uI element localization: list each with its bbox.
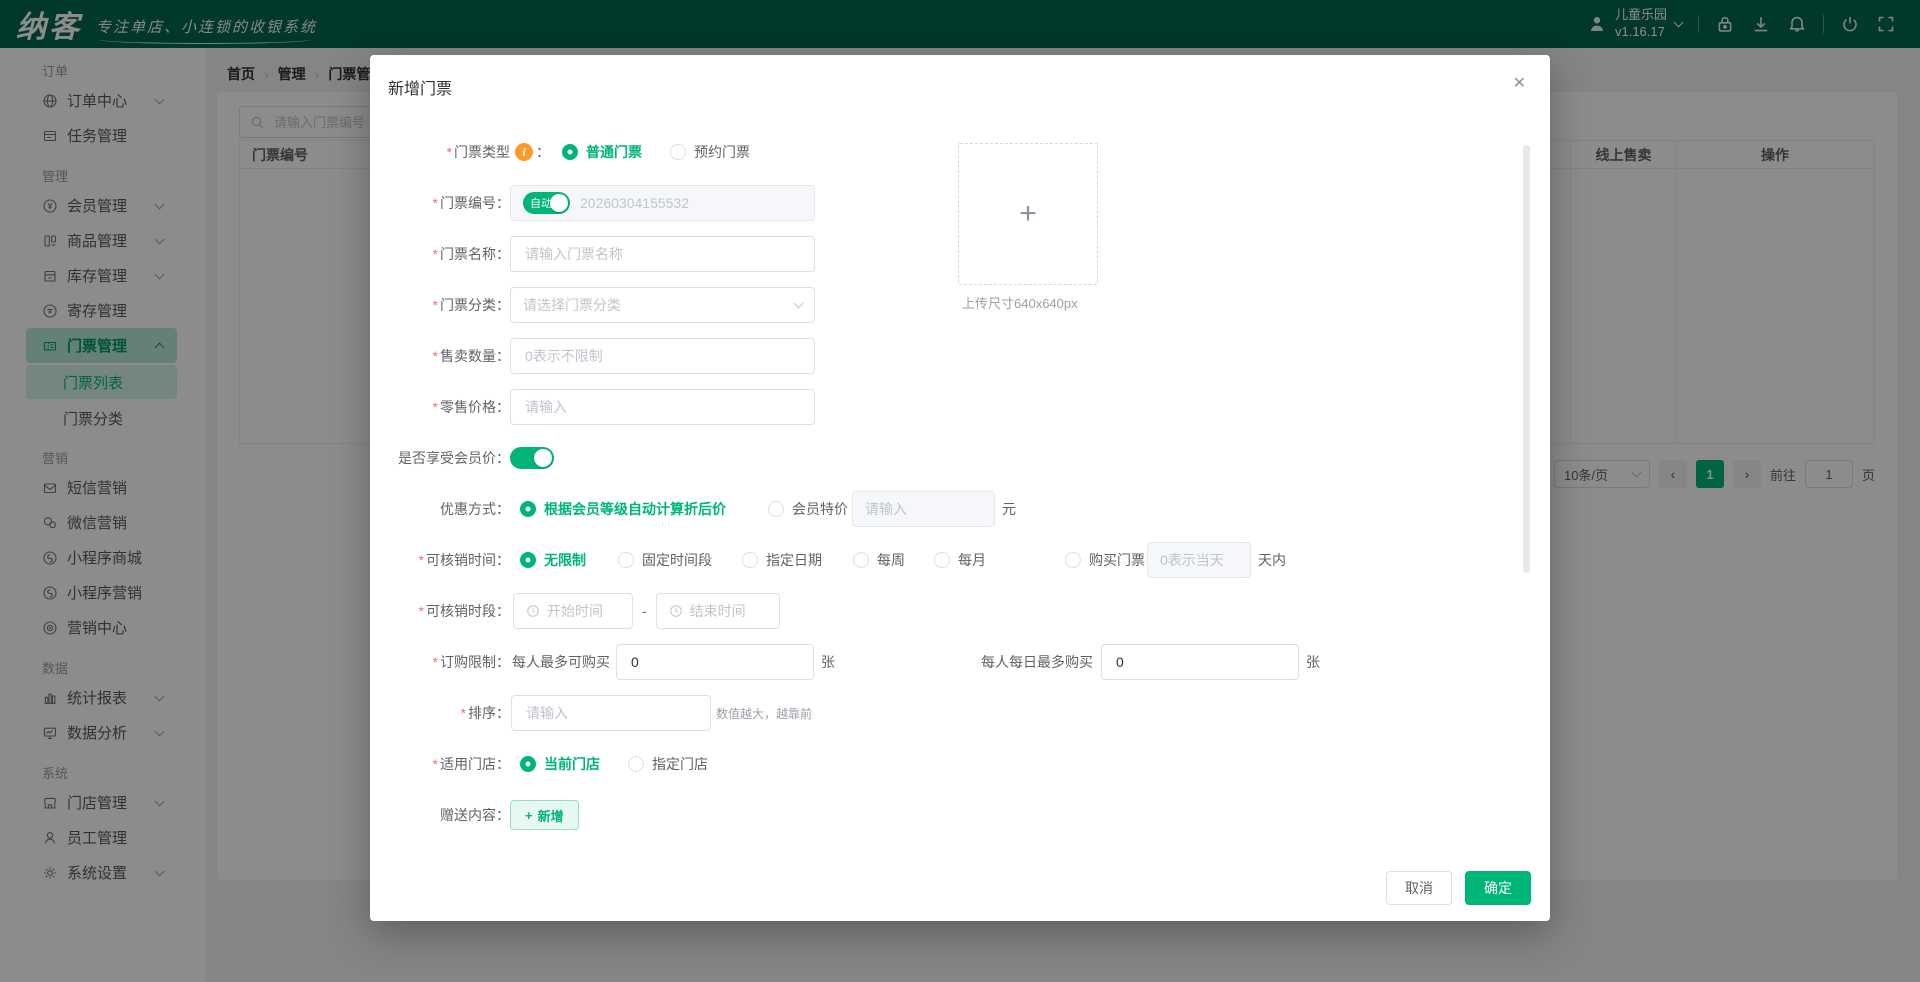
form-row-ticket-name: *门票名称 bbox=[370, 236, 1490, 272]
add-gift-button[interactable]: + 新增 bbox=[510, 800, 579, 830]
radio-icon bbox=[934, 552, 950, 568]
modal-footer: 取消 确定 bbox=[1386, 871, 1531, 905]
ticket-category-label: 门票分类 bbox=[440, 297, 496, 313]
ticket-name-label: 门票名称 bbox=[440, 246, 496, 262]
verify-period-label: 可核销时段 bbox=[426, 603, 496, 619]
yuan-unit-label: 元 bbox=[1002, 499, 1016, 519]
ticket-name-input[interactable] bbox=[523, 245, 802, 263]
retail-price-input[interactable] bbox=[523, 398, 802, 416]
per-day-limit-input[interactable] bbox=[1114, 653, 1286, 671]
per-day-limit-label: 每人每日最多购买 bbox=[981, 652, 1093, 672]
form-row-applicable-stores: *适用门店 当前门店 指定门店 bbox=[370, 746, 1490, 782]
sort-hint: 数值越大，越靠前 bbox=[716, 705, 812, 722]
ticket-code-label: 门票编号 bbox=[440, 195, 496, 211]
form-row-retail-price: *零售价格 bbox=[370, 389, 1490, 425]
radio-weekly[interactable]: 每周 bbox=[853, 550, 905, 570]
radio-specified-store[interactable]: 指定门店 bbox=[628, 754, 708, 774]
sort-input[interactable] bbox=[524, 704, 698, 722]
radio-icon bbox=[768, 501, 784, 517]
retail-price-label: 零售价格 bbox=[440, 399, 496, 415]
days-suffix-label: 天内 bbox=[1258, 550, 1286, 570]
ticket-name-field[interactable] bbox=[510, 236, 815, 272]
member-price-toggle[interactable] bbox=[510, 447, 554, 469]
cancel-button[interactable]: 取消 bbox=[1386, 871, 1452, 905]
form-row-member-price: 是否享受会员价 bbox=[370, 440, 1490, 476]
radio-icon bbox=[618, 552, 634, 568]
radio-icon bbox=[670, 144, 686, 160]
applicable-stores-label: 适用门店 bbox=[440, 756, 496, 772]
form-row-sale-quantity: *售卖数量 bbox=[370, 338, 1490, 374]
sort-label: 排序 bbox=[468, 705, 496, 721]
start-time-field[interactable]: 开始时间 bbox=[513, 593, 633, 629]
radio-icon bbox=[520, 501, 536, 517]
radio-icon bbox=[1065, 552, 1081, 568]
modal-title: 新增门票 bbox=[388, 75, 452, 99]
radio-icon bbox=[520, 552, 536, 568]
form-row-gift-content: 赠送内容 + 新增 bbox=[370, 797, 1490, 833]
gift-content-label: 赠送内容 bbox=[440, 807, 496, 823]
ticket-code-field: 自动 20260304155532 bbox=[510, 185, 815, 221]
sheet-unit-label: 张 bbox=[1306, 652, 1320, 672]
radio-icon bbox=[742, 552, 758, 568]
form-row-discount-mode: 优惠方式 根据会员等级自动计算折后价 会员特价 请输入 元 bbox=[370, 491, 1490, 527]
discount-mode-label: 优惠方式 bbox=[440, 501, 496, 517]
radio-after-purchase[interactable]: 购买门票 bbox=[1065, 550, 1145, 570]
ticket-type-label: 门票类型 bbox=[454, 144, 510, 160]
radio-icon bbox=[520, 756, 536, 772]
member-special-price-field: 请输入 bbox=[852, 491, 995, 527]
sale-quantity-field[interactable] bbox=[510, 338, 815, 374]
form-row-sort: *排序 数值越大，越靠前 bbox=[370, 695, 1490, 731]
radio-current-store[interactable]: 当前门店 bbox=[510, 754, 600, 774]
form-row-purchase-limit: *订购限制 每人最多可购买 张 每人每日最多购买 张 bbox=[370, 644, 1490, 680]
radio-monthly[interactable]: 每月 bbox=[934, 550, 986, 570]
close-icon[interactable]: ✕ bbox=[1513, 73, 1526, 93]
radio-member-special-price[interactable]: 会员特价 bbox=[768, 499, 848, 519]
radio-unlimited[interactable]: 无限制 bbox=[510, 550, 586, 570]
per-day-limit-field[interactable] bbox=[1101, 644, 1299, 680]
sort-field[interactable] bbox=[511, 695, 711, 731]
form-row-ticket-category: *门票分类 请选择门票分类 bbox=[370, 287, 1490, 323]
radio-reserve-ticket[interactable]: 预约门票 bbox=[670, 142, 750, 162]
per-person-limit-input[interactable] bbox=[629, 653, 801, 671]
form-row-ticket-type: *门票类型 i 普通门票 预约门票 bbox=[370, 134, 1490, 170]
plus-icon: + bbox=[525, 808, 533, 823]
radio-icon bbox=[853, 552, 869, 568]
modal-scrollbar[interactable] bbox=[1523, 145, 1530, 573]
info-icon[interactable]: i bbox=[515, 143, 533, 161]
form-row-verify-time: *可核销时间 无限制 固定时间段 指定日期 每周 每月 bbox=[370, 542, 1490, 578]
clock-icon bbox=[669, 604, 683, 618]
end-time-field[interactable]: 结束时间 bbox=[656, 593, 780, 629]
chevron-down-icon bbox=[794, 299, 804, 309]
range-separator: - bbox=[642, 603, 647, 619]
clock-icon bbox=[526, 604, 540, 618]
add-ticket-form: *门票类型 i 普通门票 预约门票 *门票编号 自动 2026030415553… bbox=[370, 134, 1490, 848]
radio-specified-date[interactable]: 指定日期 bbox=[742, 550, 822, 570]
sale-quantity-label: 售卖数量 bbox=[440, 348, 496, 364]
confirm-button[interactable]: 确定 bbox=[1465, 871, 1531, 905]
radio-normal-ticket[interactable]: 普通门票 bbox=[552, 142, 642, 162]
auto-code-toggle[interactable]: 自动 bbox=[523, 192, 570, 214]
radio-auto-discount[interactable]: 根据会员等级自动计算折后价 bbox=[510, 499, 726, 519]
valid-days-field: 0表示当天 bbox=[1147, 542, 1251, 578]
purchase-limit-label: 订购限制 bbox=[440, 654, 496, 670]
per-person-limit-label: 每人最多可购买 bbox=[512, 652, 610, 672]
form-row-verify-period: *可核销时段 开始时间 - 结束时间 bbox=[370, 593, 1490, 629]
radio-icon bbox=[628, 756, 644, 772]
sale-quantity-input[interactable] bbox=[523, 347, 802, 365]
sheet-unit-label: 张 bbox=[821, 652, 835, 672]
radio-icon bbox=[562, 144, 578, 160]
member-price-label: 是否享受会员价 bbox=[398, 450, 496, 466]
radio-fixed-period[interactable]: 固定时间段 bbox=[618, 550, 712, 570]
per-person-limit-field[interactable] bbox=[616, 644, 814, 680]
retail-price-field[interactable] bbox=[510, 389, 815, 425]
ticket-category-select[interactable]: 请选择门票分类 bbox=[510, 287, 815, 323]
form-row-ticket-code: *门票编号 自动 20260304155532 bbox=[370, 185, 1490, 221]
add-ticket-modal: 新增门票 ✕ + 上传尺寸640x640px *门票类型 i 普通门票 预约门票… bbox=[370, 55, 1550, 921]
ticket-code-value: 20260304155532 bbox=[580, 195, 689, 211]
verify-time-label: 可核销时间 bbox=[426, 552, 496, 568]
